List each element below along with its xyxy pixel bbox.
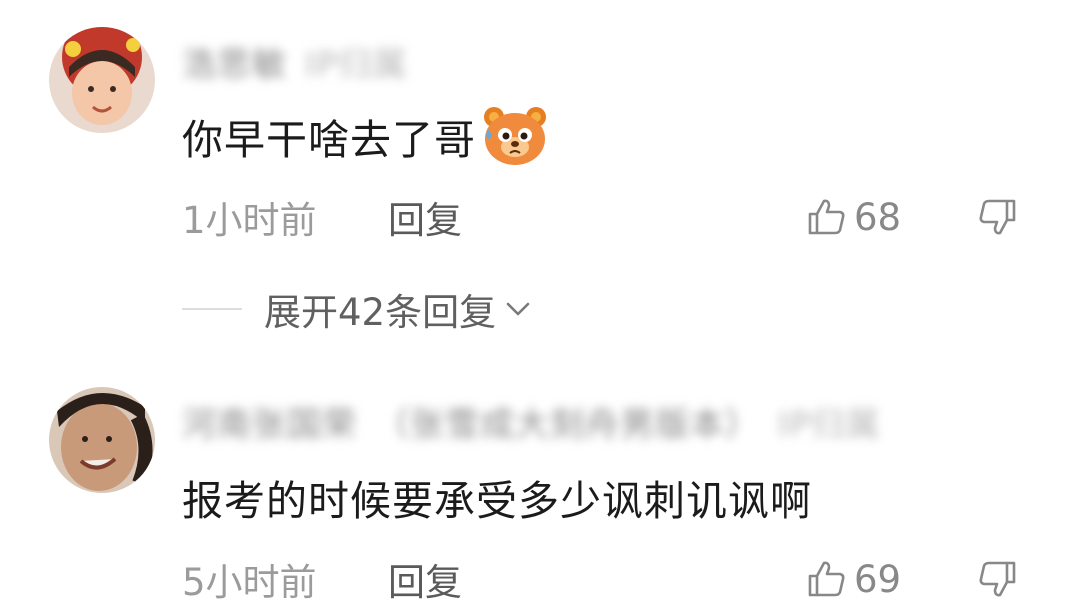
comment-text: 报考的时候要承受多少讽刺讥讽啊: [182, 468, 812, 526]
comment-list: 浩思敏 IP归属 你早干啥去了哥 1小时前 回复 68 展开42条回复 河南张国…: [0, 0, 1079, 614]
chevron-down-icon: [506, 302, 530, 316]
comment-meta: 1小时前 回复: [182, 194, 462, 242]
avatar[interactable]: [49, 27, 155, 133]
reply-button[interactable]: 回复: [388, 552, 462, 606]
dislike-button[interactable]: [976, 194, 1020, 240]
comment-meta: 5小时前 回复: [182, 556, 462, 604]
bear-sweat-emoji: [480, 103, 550, 169]
author-extra: （张雪成大刻舟男版本）: [375, 404, 760, 445]
divider: [182, 308, 242, 310]
comment-text-label: 报考的时候要承受多少讽刺讥讽啊: [182, 477, 812, 525]
author-extra: IP归属: [305, 44, 408, 85]
comment-text: 你早干啥去了哥: [182, 103, 550, 169]
author-name[interactable]: 浩思敏: [182, 37, 287, 86]
like-button[interactable]: 69: [806, 556, 901, 602]
comment-author[interactable]: 河南张国荣 （张雪成大刻舟男版本） IP归属: [182, 400, 881, 445]
comment-text-label: 你早干啥去了哥: [182, 116, 476, 164]
thumbs-up-icon: [808, 199, 845, 235]
like-count: 69: [854, 557, 902, 601]
expand-replies-label: 展开42条回复: [264, 291, 497, 334]
author-extra-ip: IP归属: [778, 404, 881, 445]
avatar[interactable]: [49, 387, 155, 493]
expand-replies-button[interactable]: 展开42条回复: [182, 286, 532, 334]
dislike-button[interactable]: [976, 556, 1020, 602]
thumbs-down-icon: [979, 561, 1016, 597]
author-name[interactable]: 河南张国荣: [182, 397, 357, 446]
comment-time: 1小时前: [182, 199, 317, 242]
comment-time: 5小时前: [182, 561, 317, 604]
thumbs-up-icon: [808, 561, 845, 597]
like-count: 68: [854, 195, 902, 239]
comment-author[interactable]: 浩思敏 IP归属: [182, 40, 408, 85]
thumbs-down-icon: [979, 199, 1016, 235]
like-button[interactable]: 68: [806, 194, 901, 240]
reply-button[interactable]: 回复: [388, 190, 462, 244]
